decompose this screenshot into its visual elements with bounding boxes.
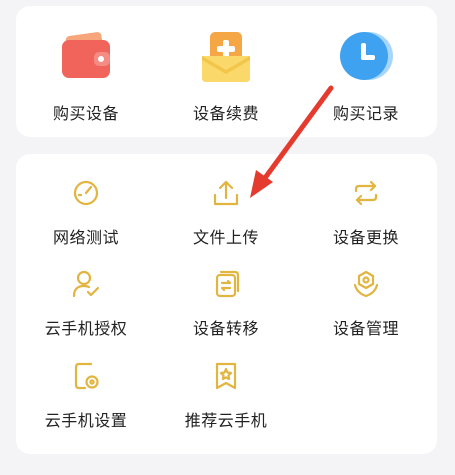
recommend-cloud-phone-label: 推荐云手机 <box>184 411 268 430</box>
buy-device-button[interactable]: 购买设备 <box>16 24 156 124</box>
clock-icon <box>334 24 398 88</box>
network-test-button[interactable]: 网络测试 <box>16 176 156 248</box>
renew-plus-icon <box>194 24 258 88</box>
device-manage-label: 设备管理 <box>332 319 399 338</box>
purchase-history-label: 购买记录 <box>332 104 399 123</box>
cloud-phone-settings-button[interactable]: 云手机设置 <box>16 359 156 431</box>
file-upload-label: 文件上传 <box>192 228 259 247</box>
network-test-label: 网络测试 <box>52 228 119 247</box>
cloud-phone-authorize-button[interactable]: 云手机授权 <box>16 267 156 339</box>
settings-icon <box>69 359 103 393</box>
recommend-cloud-phone-button[interactable]: 推荐云手机 <box>156 359 296 431</box>
purchase-history-button[interactable]: 购买记录 <box>296 24 436 124</box>
file-upload-button[interactable]: 文件上传 <box>156 176 296 248</box>
renew-device-label: 设备续费 <box>192 104 259 123</box>
wallet-icon <box>54 24 118 88</box>
cloud-phone-settings-label: 云手机设置 <box>44 411 128 430</box>
device-manage-button[interactable]: 设备管理 <box>296 267 436 339</box>
swap-icon <box>349 176 383 210</box>
renew-device-button[interactable]: 设备续费 <box>156 24 296 124</box>
device-transfer-button[interactable]: 设备转移 <box>156 267 296 339</box>
manage-icon <box>349 267 383 301</box>
recommend-icon <box>209 359 243 393</box>
device-replace-button[interactable]: 设备更换 <box>296 176 436 248</box>
device-replace-label: 设备更换 <box>332 228 399 247</box>
upload-icon <box>209 176 243 210</box>
purchase-card: 购买设备 设备续费 购买记录 <box>16 6 437 137</box>
buy-device-label: 购买设备 <box>52 104 119 123</box>
device-tools-card: 网络测试 文件上传 设备更换 云手机授权 设备转移 设备管理 云手机设置 推荐云… <box>16 154 437 454</box>
speedometer-icon <box>69 176 103 210</box>
cloud-phone-authorize-label: 云手机授权 <box>44 319 128 338</box>
user-authorize-icon <box>69 267 103 301</box>
device-transfer-label: 设备转移 <box>192 319 259 338</box>
transfer-icon <box>209 267 243 301</box>
